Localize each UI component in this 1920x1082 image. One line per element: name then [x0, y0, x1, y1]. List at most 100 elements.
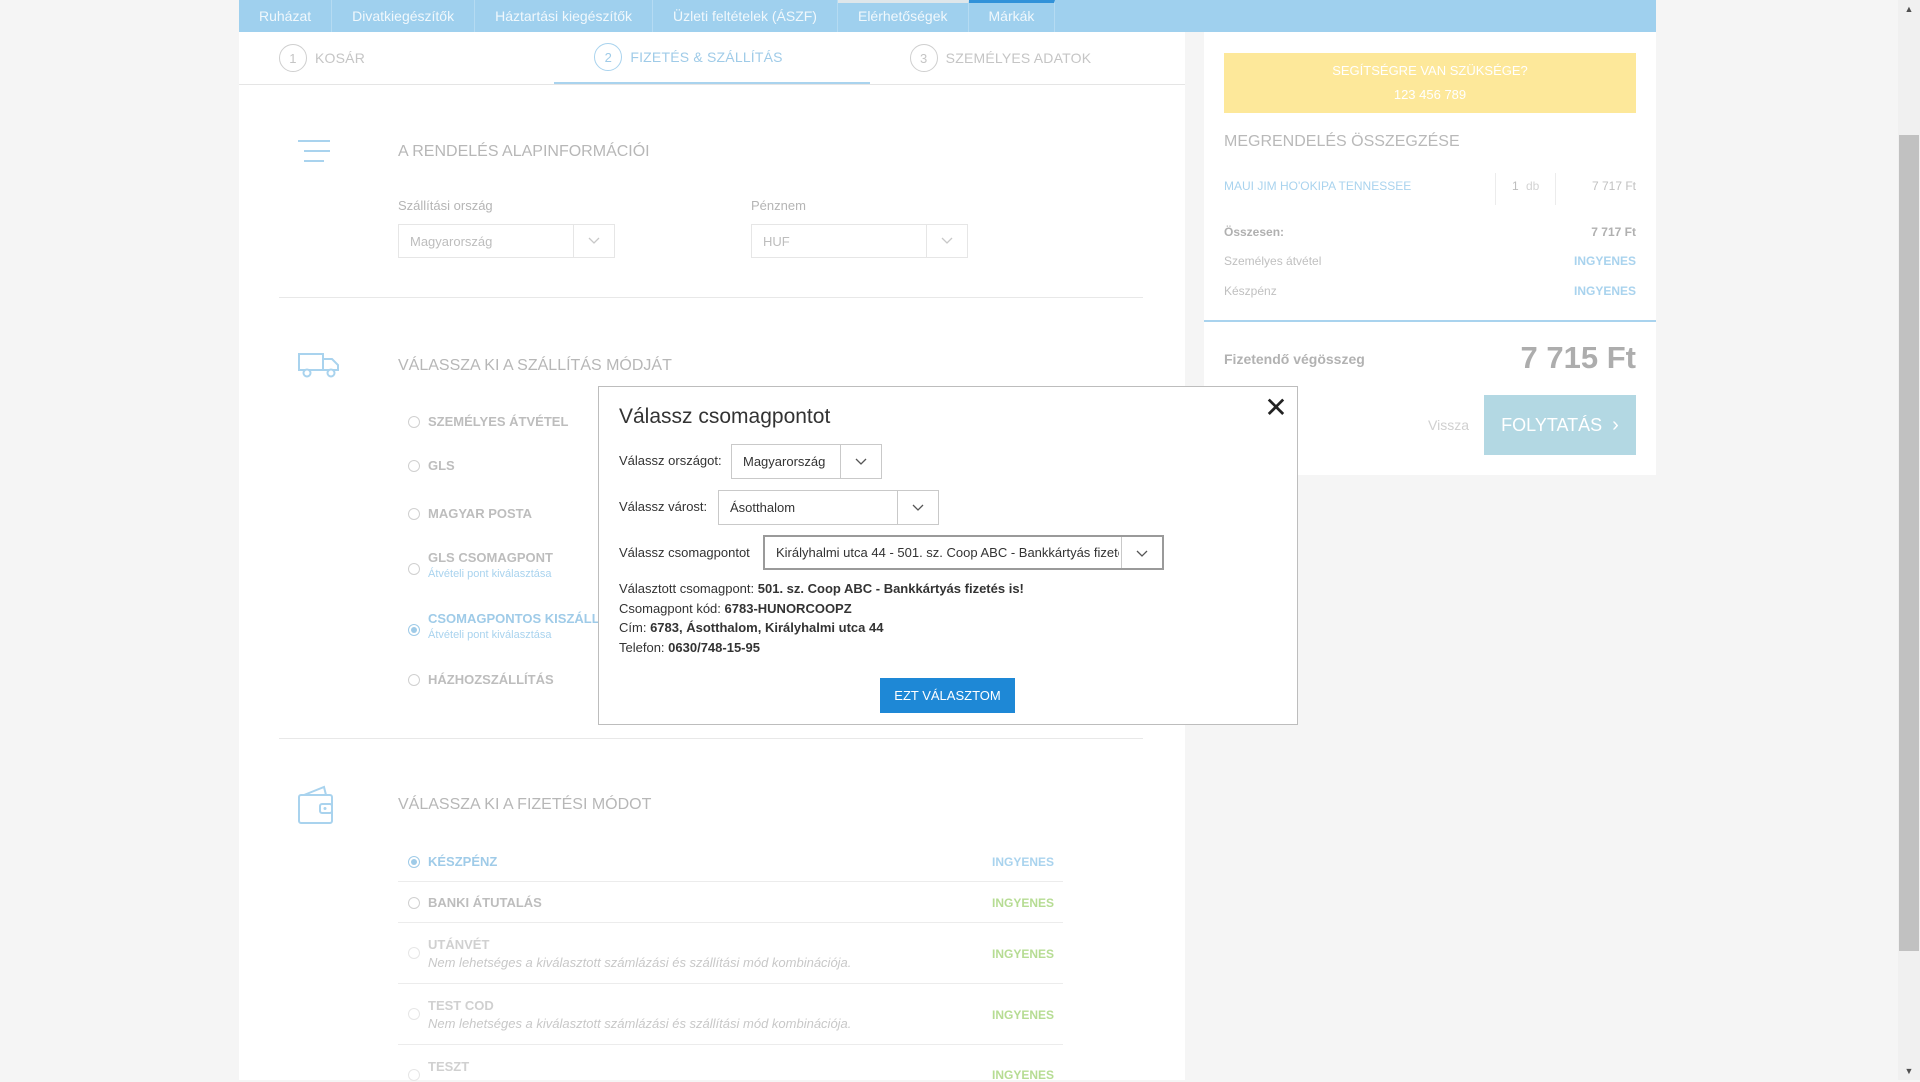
currency-select[interactable]: HUF	[751, 224, 968, 258]
payment-option-note: Nem lehetséges a kiválasztott számlázási…	[428, 1016, 852, 1031]
payment-price: INGYENES	[992, 855, 1055, 869]
column-divider	[1495, 173, 1496, 205]
summary-title: Megrendelés összegzése	[1224, 133, 1460, 150]
choose-this-button[interactable]: Ezt választom	[880, 678, 1015, 713]
payment-option-teszt[interactable]: Teszt	[408, 1059, 469, 1081]
shipping-cost-label: Személyes átvétel	[1224, 254, 1322, 268]
payment-option-test-cod[interactable]: Test COD Nem lehetséges a kiválasztott s…	[408, 998, 851, 1031]
nav-item-aszf[interactable]: Üzleti feltételek (ÁSZF)	[653, 0, 838, 32]
shipping-option-label: Személyes átvétel	[428, 414, 569, 429]
point-code-info: Csomagpont kód: 6783-HUNORCOOPZ	[619, 601, 852, 616]
top-navigation: Ruházat Divatkiegészítők Háztartási kieg…	[239, 0, 1656, 32]
modal-parcel-point-select[interactable]: Királyhalmi utca 44 - 501. sz. Coop ABC …	[763, 535, 1164, 570]
shipping-option-gls-point[interactable]: GLS Csomagpont Átvételi pont kiválasztás…	[408, 550, 553, 580]
pickup-point-link[interactable]: Átvételi pont kiválasztása	[428, 629, 611, 641]
step-label: Személyes adatok	[945, 50, 1092, 66]
radio-button-selected[interactable]	[408, 856, 420, 868]
shipping-option-magyar-posta[interactable]: Magyar Posta	[408, 506, 532, 521]
row-separator	[398, 881, 1063, 882]
selected-point-label: Választott csomagpont:	[619, 581, 755, 596]
payment-option-label: Teszt	[428, 1059, 470, 1074]
pickup-point-link[interactable]: Átvételi pont kiválasztása	[428, 568, 553, 580]
summary-separator	[1204, 320, 1656, 322]
shipping-option-personal[interactable]: Személyes átvétel	[408, 414, 568, 429]
radio-button[interactable]	[408, 947, 420, 959]
modal-city-value: Ásotthalom	[730, 500, 796, 515]
currency-label: Pénznem	[751, 198, 806, 213]
shipping-option-text: GLS Csomagpont Átvételi pont kiválasztás…	[428, 550, 553, 580]
shipping-option-home-delivery[interactable]: Házhozszállítás	[408, 672, 554, 687]
subtotal-value: 7 717 Ft	[1591, 225, 1636, 239]
radio-button[interactable]	[408, 416, 420, 428]
nav-item-haztartasi[interactable]: Háztartási kiegészítők	[475, 0, 654, 32]
radio-button[interactable]	[408, 460, 420, 472]
payment-title: Válassza ki a fizetési módot	[398, 796, 652, 813]
radio-button[interactable]	[408, 508, 420, 520]
payment-cost-label: Készpénz	[1224, 284, 1277, 298]
radio-button[interactable]	[408, 897, 420, 909]
row-separator	[398, 983, 1063, 984]
selected-point-info: Választott csomagpont: 501. sz. Coop ABC…	[619, 581, 1024, 596]
radio-button-selected[interactable]	[408, 624, 420, 636]
row-separator	[398, 1044, 1063, 1045]
country-label: Szállítási ország	[398, 198, 493, 213]
product-name-link[interactable]: MAUI JIM HO'OKIPA TENNESSEE	[1224, 179, 1411, 193]
selected-point-value: 501. sz. Coop ABC - Bankkártyás fizetés …	[757, 581, 1024, 596]
nav-item-ruhazat[interactable]: Ruházat	[239, 0, 333, 32]
product-qty: 1	[1512, 179, 1519, 193]
shipping-option-label: Házhozszállítás	[428, 672, 554, 687]
shipping-option-label: GLS Csomagpont	[428, 550, 553, 565]
list-lines-icon	[298, 140, 330, 162]
section-divider	[279, 297, 1143, 298]
modal-parcel-point-value: Királyhalmi utca 44 - 501. sz. Coop ABC …	[776, 545, 1119, 560]
radio-button[interactable]	[408, 674, 420, 686]
point-phone-info: Telefon: 0630/748-15-95	[619, 640, 760, 655]
step-number: 3	[909, 44, 938, 72]
shipping-country-select[interactable]: Magyarország	[398, 224, 615, 258]
payment-option-label: Banki átutalás	[428, 895, 542, 910]
payment-option-text: Test COD Nem lehetséges a kiválasztott s…	[428, 998, 851, 1031]
step-number: 1	[279, 44, 307, 72]
product-unit: db	[1526, 179, 1540, 193]
scrollbar-thumb[interactable]	[1899, 135, 1919, 951]
shipping-option-parcel-point[interactable]: Csomagpontos kiszállít Átvételi pont kiv…	[408, 611, 611, 641]
payment-option-cash[interactable]: Készpénz	[408, 854, 497, 869]
column-divider	[1555, 173, 1556, 205]
shipping-option-label: GLS	[428, 458, 455, 473]
payment-option-label: Készpénz	[428, 854, 498, 869]
radio-button[interactable]	[408, 563, 420, 575]
back-link[interactable]: Vissza	[1428, 417, 1469, 433]
total-value: 7 715 Ft	[1520, 340, 1636, 375]
scroll-up-arrow-icon[interactable]: ▲	[1898, 0, 1920, 18]
point-address-value: 6783, Ásotthalom, Királyhalmi utca 44	[650, 620, 884, 635]
shipping-option-gls[interactable]: GLS	[408, 458, 455, 473]
shipping-option-label: Csomagpontos kiszállít	[428, 611, 612, 626]
payment-option-cod[interactable]: Utánvét Nem lehetséges a kiválasztott sz…	[408, 937, 851, 970]
modal-city-select[interactable]: Ásotthalom	[718, 490, 939, 525]
payment-option-bank-transfer[interactable]: Banki átutalás	[408, 895, 542, 910]
currency-value: HUF	[763, 233, 790, 249]
shipping-option-label: Magyar Posta	[428, 506, 533, 521]
help-text: SEGÍTSÉGRE VAN SZÜKSÉGE?	[1332, 63, 1528, 78]
radio-button[interactable]	[408, 1069, 420, 1081]
step-number: 2	[594, 43, 623, 71]
scroll-down-arrow-icon[interactable]: ▼	[1898, 1062, 1920, 1080]
chevron-down-icon	[840, 445, 881, 478]
nav-item-elerhetosegek[interactable]: Elérhetőségek	[837, 0, 969, 32]
modal-city-label: Válassz várost:	[619, 499, 708, 514]
modal-country-select[interactable]: Magyarország	[731, 444, 882, 479]
step-personal-data[interactable]: 3 Személyes adatok	[870, 32, 1185, 84]
close-icon[interactable]: ✕	[1263, 394, 1289, 422]
section-divider	[279, 738, 1143, 739]
point-address-label: Cím:	[619, 620, 647, 635]
step-payment-shipping[interactable]: 2 Fizetés & Szállítás	[554, 32, 870, 84]
radio-button[interactable]	[408, 1008, 420, 1020]
help-phone[interactable]: 123 456 789	[1224, 83, 1636, 107]
nav-item-markak[interactable]: Márkák	[968, 0, 1056, 32]
step-cart[interactable]: 1 Kosár	[239, 32, 554, 84]
basic-info-title: A rendelés alapinformációi	[398, 143, 650, 160]
continue-button[interactable]: Folytatás ›	[1484, 395, 1636, 455]
modal-country-value: Magyarország	[743, 454, 826, 469]
chevron-down-icon	[573, 225, 614, 257]
nav-item-divatkiegeszitok[interactable]: Divatkiegészítők	[332, 0, 476, 32]
